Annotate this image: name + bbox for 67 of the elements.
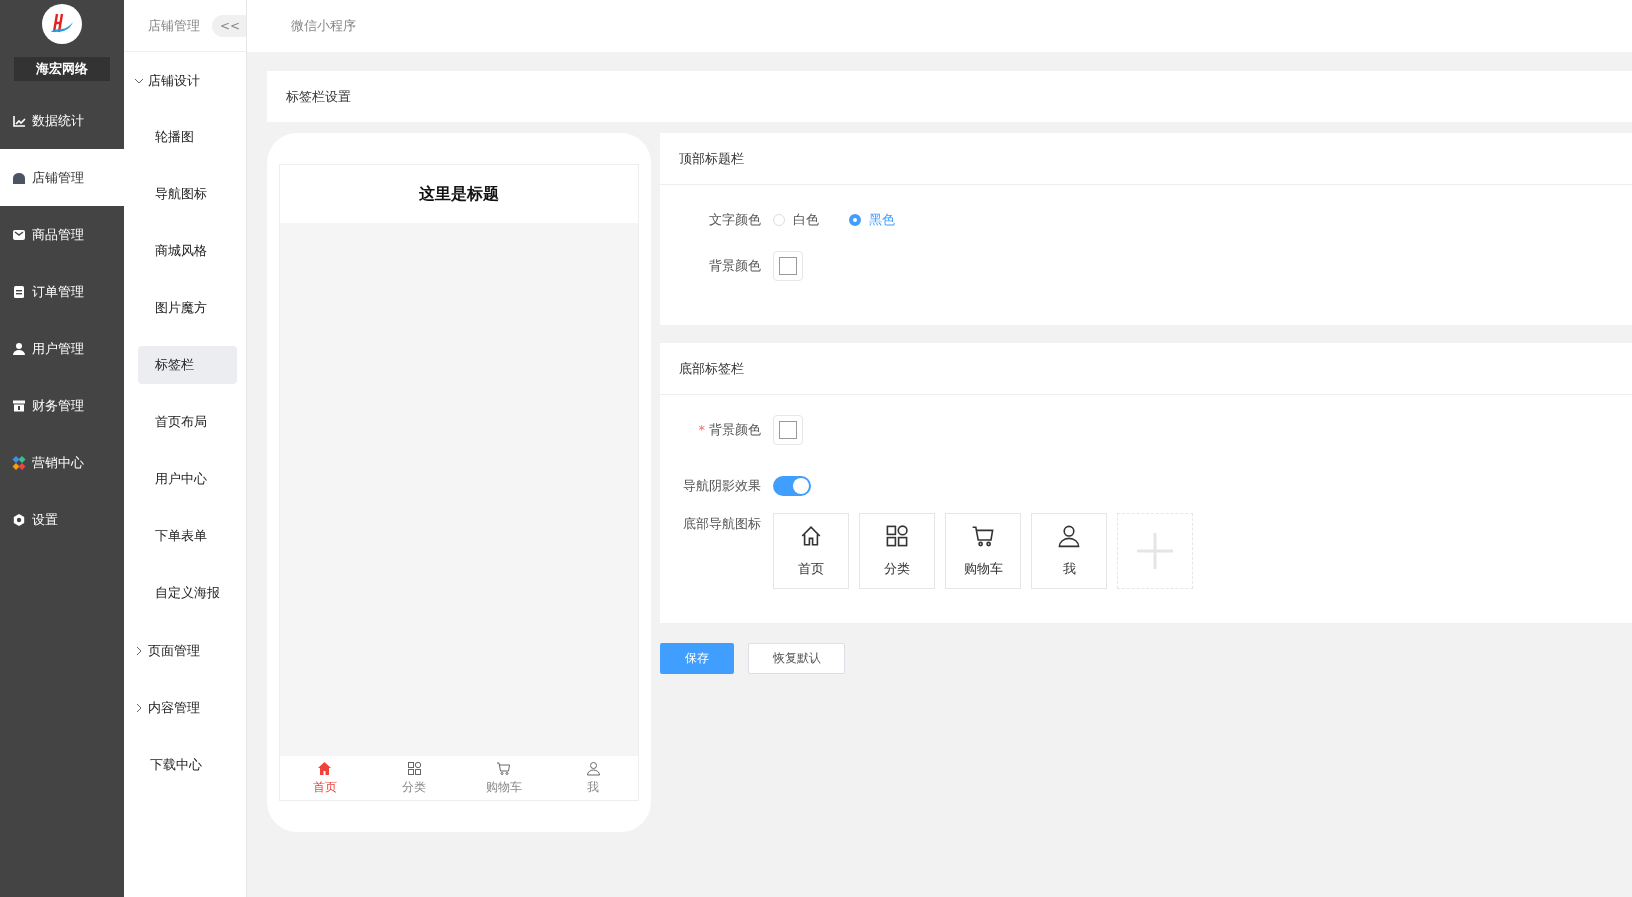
field-label: 背景颜色 (709, 258, 761, 273)
preview-tab[interactable]: 购物车 (459, 756, 549, 800)
cart-icon (496, 760, 512, 776)
menu-item[interactable]: 导航图标 (138, 175, 237, 213)
sidebar-item[interactable]: 设置 (0, 491, 124, 548)
reset-button[interactable]: 恢复默认 (748, 643, 845, 674)
menu-item[interactable]: 下载中心 (124, 736, 246, 793)
field-label: 导航阴影效果 (683, 478, 761, 493)
radio-option[interactable]: 白色 (773, 211, 819, 229)
chevron-right-icon (134, 645, 144, 656)
sidebar-item[interactable]: 订单管理 (0, 263, 124, 320)
menu-item[interactable]: 用户中心 (138, 460, 237, 498)
nav-icon-card[interactable]: 首页 (773, 513, 849, 589)
plus-icon (1135, 531, 1175, 571)
clipboard-icon (12, 284, 26, 299)
panel-heading: 底部标签栏 (679, 359, 744, 378)
panel-heading: 顶部标题栏 (679, 149, 744, 168)
nav-icon-card[interactable]: 购物车 (945, 513, 1021, 589)
color-picker[interactable] (773, 251, 803, 281)
menu-item[interactable]: 标签栏 (138, 346, 237, 384)
field-label: 背景颜色 (709, 422, 761, 437)
brand-label: 海宏网络 (14, 57, 110, 81)
preview-tab[interactable]: 分类 (369, 756, 459, 800)
chevron-right-icon (134, 702, 144, 713)
home-icon (799, 524, 823, 548)
person-icon (12, 341, 26, 356)
submenu-title: 店铺管理 (148, 16, 200, 35)
logo-icon (42, 4, 82, 44)
required-asterisk: * (698, 422, 705, 437)
sidebar-item[interactable]: 店铺管理 (0, 149, 124, 206)
person-icon (1057, 524, 1081, 548)
nav-icon-card[interactable]: 我 (1031, 513, 1107, 589)
grid-icon (406, 760, 422, 776)
settings-icon (12, 512, 26, 527)
menu-group[interactable]: 内容管理 (124, 679, 246, 736)
menu-item[interactable]: 轮播图 (138, 118, 237, 156)
preview-tab[interactable]: 首页 (280, 756, 370, 800)
menu-item[interactable]: 商城风格 (138, 232, 237, 270)
nav-icon-card[interactable]: 分类 (859, 513, 935, 589)
sidebar-item[interactable]: 商品管理 (0, 206, 124, 263)
colored-tiles-icon (12, 455, 26, 470)
store-icon (12, 170, 26, 185)
envelope-icon (12, 227, 26, 242)
person-icon (585, 760, 601, 776)
menu-item[interactable]: 首页布局 (138, 403, 237, 441)
menu-item[interactable]: 下单表单 (138, 517, 237, 555)
section-title: 标签栏设置 (286, 87, 351, 106)
home-icon (317, 760, 333, 776)
chart-icon (12, 113, 26, 128)
sidebar-item[interactable]: 数据统计 (0, 92, 124, 149)
menu-group[interactable]: 店铺设计 (124, 52, 246, 109)
field-label: 文字颜色 (709, 212, 761, 227)
preview-tab[interactable]: 我 (548, 756, 638, 800)
menu-group[interactable]: 页面管理 (124, 622, 246, 679)
toggle-switch[interactable] (773, 476, 811, 496)
cash-box-icon (12, 398, 26, 413)
menu-item[interactable]: 图片魔方 (138, 289, 237, 327)
sidebar-item[interactable]: 用户管理 (0, 320, 124, 377)
breadcrumb: 微信小程序 (291, 17, 356, 35)
color-picker[interactable] (773, 415, 803, 445)
preview-title: 这里是标题 (419, 183, 499, 205)
cart-icon (971, 524, 995, 548)
grid-icon (885, 524, 909, 548)
field-label: 底部导航图标 (683, 516, 761, 531)
sidebar-item[interactable]: 财务管理 (0, 377, 124, 434)
sidebar-item[interactable]: 营销中心 (0, 434, 124, 491)
menu-item[interactable]: 自定义海报 (138, 574, 237, 612)
